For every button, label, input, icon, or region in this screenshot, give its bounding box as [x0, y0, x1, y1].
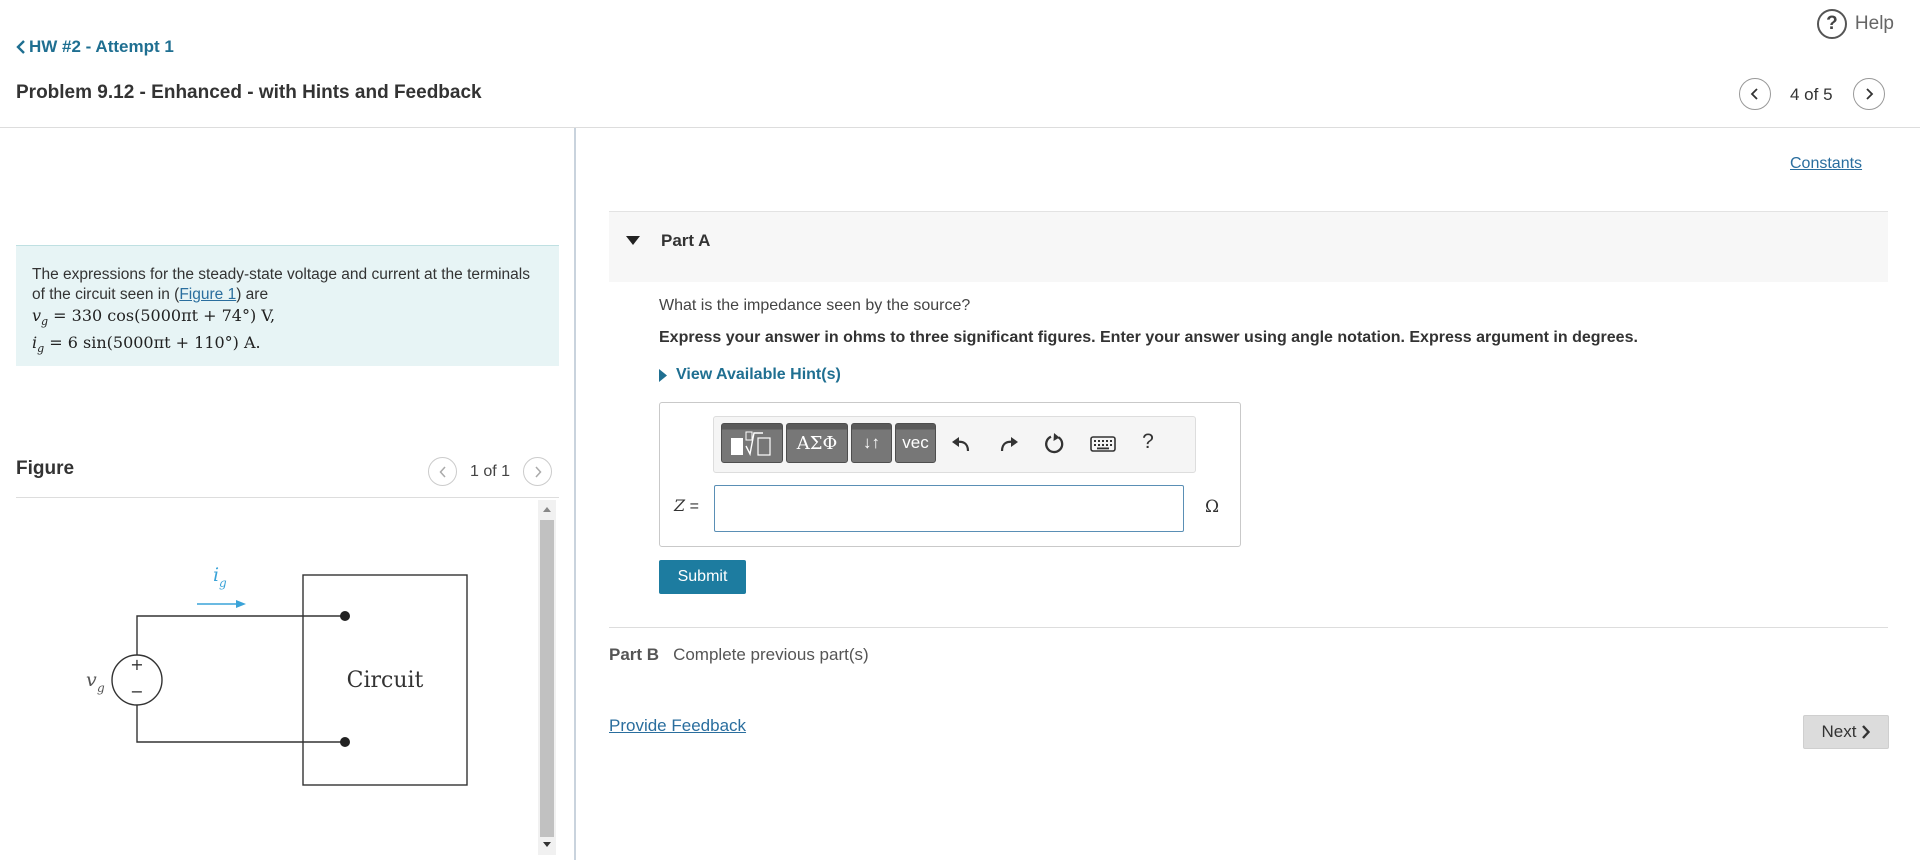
current-expression: = 6 sin(5000πt + 110°) A.: [44, 333, 261, 353]
help-button[interactable]: ? Help: [1816, 9, 1894, 39]
current-arrow-icon: [236, 600, 246, 608]
scroll-up-arrow-icon[interactable]: [538, 500, 556, 518]
pane-divider[interactable]: [574, 128, 576, 860]
voltage-equation: vg = 330 cos(5000πt + 74°) V,: [32, 305, 543, 332]
undo-icon[interactable]: [948, 431, 974, 457]
current-subscript: g: [219, 576, 227, 590]
part-b-title: Part B: [609, 645, 660, 664]
answer-equals: =: [685, 498, 699, 515]
chevron-left-icon: [16, 40, 25, 54]
redo-icon[interactable]: [996, 431, 1022, 457]
problem-text-part: ) are: [236, 286, 269, 303]
circuit-figure: Circuit + − v g i g: [86, 564, 468, 786]
problem-page-indicator: 4 of 5: [1790, 85, 1833, 104]
unit-label: Ω: [1205, 497, 1220, 517]
next-problem-button[interactable]: [1853, 78, 1885, 110]
top-wire: [136, 615, 345, 656]
source-voltage-subscript: g: [97, 681, 105, 695]
scroll-down-arrow-icon[interactable]: [538, 836, 556, 854]
math-help-button[interactable]: ?: [1138, 429, 1158, 455]
view-hints-toggle[interactable]: View Available Hint(s): [659, 366, 841, 384]
answer-variable: Z: [674, 496, 686, 515]
next-figure-button[interactable]: [523, 457, 553, 486]
math-toolbar: ΑΣΦ ↓↑ vec ?: [713, 416, 1196, 473]
problem-text-part: The expressions for the steady-state vol…: [32, 266, 530, 303]
problem-text: The expressions for the steady-state vol…: [32, 265, 543, 305]
answer-variable-label: Z =: [674, 496, 699, 516]
bottom-terminal: [340, 737, 350, 747]
question-text: What is the impedance seen by the source…: [659, 297, 971, 314]
keyboard-icon[interactable]: [1088, 431, 1118, 457]
reset-icon[interactable]: [1042, 431, 1068, 457]
source-minus-sign: −: [130, 682, 143, 701]
figure-divider: [16, 497, 559, 498]
back-link-label: HW #2 - Attempt 1: [29, 37, 174, 56]
figure-page-indicator: 1 of 1: [470, 462, 511, 480]
help-circle-icon: ?: [1816, 9, 1847, 39]
provide-feedback-link[interactable]: Provide Feedback: [609, 716, 746, 736]
chevron-right-icon: [534, 465, 542, 478]
chevron-left-icon: [1750, 88, 1758, 100]
submit-button[interactable]: Submit: [659, 560, 746, 594]
figure-pager: 1 of 1: [428, 457, 553, 486]
voltage-expression: = 330 cos(5000πt + 74°) V,: [48, 306, 276, 325]
problem-statement: The expressions for the steady-state vol…: [16, 245, 559, 366]
collapse-caret-icon[interactable]: [626, 236, 640, 245]
part-b-row[interactable]: Part B Complete previous part(s): [609, 645, 869, 665]
part-a-header[interactable]: [609, 211, 1888, 282]
templates-button[interactable]: [721, 423, 783, 463]
hint-toggle-label: View Available Hint(s): [676, 366, 841, 383]
figure-1-link[interactable]: Figure 1: [179, 286, 236, 303]
circuit-label: Circuit: [347, 668, 424, 693]
bottom-wire: [136, 704, 345, 743]
source-voltage-label: v: [86, 669, 97, 691]
expand-caret-icon: [659, 368, 667, 382]
chevron-right-icon: [1866, 88, 1874, 100]
figure-scrollbar-thumb[interactable]: [540, 520, 554, 837]
voltage-symbol: v: [32, 306, 42, 325]
current-equation: ig = 6 sin(5000πt + 110°) A.: [32, 332, 543, 359]
header-divider: [0, 127, 1920, 128]
chevron-left-icon: [438, 465, 446, 478]
chevron-right-icon: [1862, 725, 1871, 739]
answer-instructions: Express your answer in ohms to three sig…: [659, 329, 1638, 346]
vector-button[interactable]: vec: [895, 423, 936, 463]
greek-symbols-button[interactable]: ΑΣΦ: [786, 423, 848, 463]
constants-link[interactable]: Constants: [1790, 155, 1862, 173]
help-label: Help: [1854, 13, 1894, 34]
back-to-assignment-link[interactable]: HW #2 - Attempt 1: [16, 37, 174, 57]
arrows-button[interactable]: ↓↑: [851, 423, 892, 463]
source-plus-sign: +: [130, 655, 143, 674]
impedance-answer-input[interactable]: [714, 485, 1184, 532]
part-b-divider: [609, 627, 1888, 628]
templates-icon: [731, 431, 771, 457]
page-title: Problem 9.12 - Enhanced - with Hints and…: [16, 82, 482, 103]
previous-figure-button[interactable]: [428, 457, 457, 486]
next-button-label: Next: [1821, 722, 1857, 741]
previous-problem-button[interactable]: [1739, 78, 1771, 110]
part-b-status: Complete previous part(s): [673, 645, 869, 664]
next-button[interactable]: Next: [1803, 715, 1889, 749]
figure-heading: Figure: [16, 458, 75, 479]
top-terminal: [340, 611, 350, 621]
part-a-title: Part A: [661, 231, 711, 250]
